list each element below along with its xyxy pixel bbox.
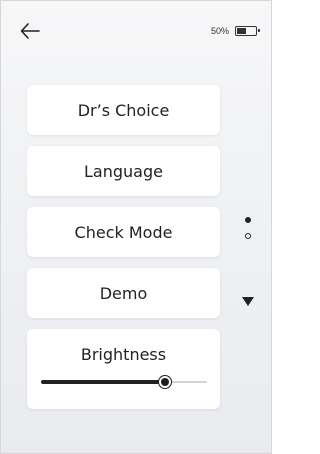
scroll-down-icon[interactable]: [242, 297, 254, 306]
brightness-label: Brightness: [80, 345, 167, 364]
settings-menu: Dr’s Choice Language Check Mode Demo Bri…: [27, 85, 220, 420]
language-button[interactable]: Language: [27, 146, 220, 196]
brightness-slider[interactable]: [40, 376, 207, 388]
page-dot-2[interactable]: [245, 233, 251, 239]
check-mode-button[interactable]: Check Mode: [27, 207, 220, 257]
page-indicator: [245, 217, 251, 249]
battery-level-fill: [237, 28, 246, 34]
battery-percent: 50%: [210, 26, 229, 36]
brightness-card: Brightness: [27, 329, 220, 409]
brightness-slider-thumb[interactable]: [159, 376, 171, 388]
drs-choice-button[interactable]: Dr’s Choice: [27, 85, 220, 135]
settings-screen: 50% Dr’s Choice Language Check Mode Demo…: [0, 0, 272, 454]
demo-button[interactable]: Demo: [27, 268, 220, 318]
brightness-slider-fill: [40, 380, 165, 384]
battery-icon: [235, 26, 260, 36]
back-arrow-icon: [20, 23, 40, 39]
back-button[interactable]: [19, 21, 41, 41]
page-dot-1[interactable]: [245, 217, 251, 223]
battery-status: 50%: [210, 26, 260, 36]
